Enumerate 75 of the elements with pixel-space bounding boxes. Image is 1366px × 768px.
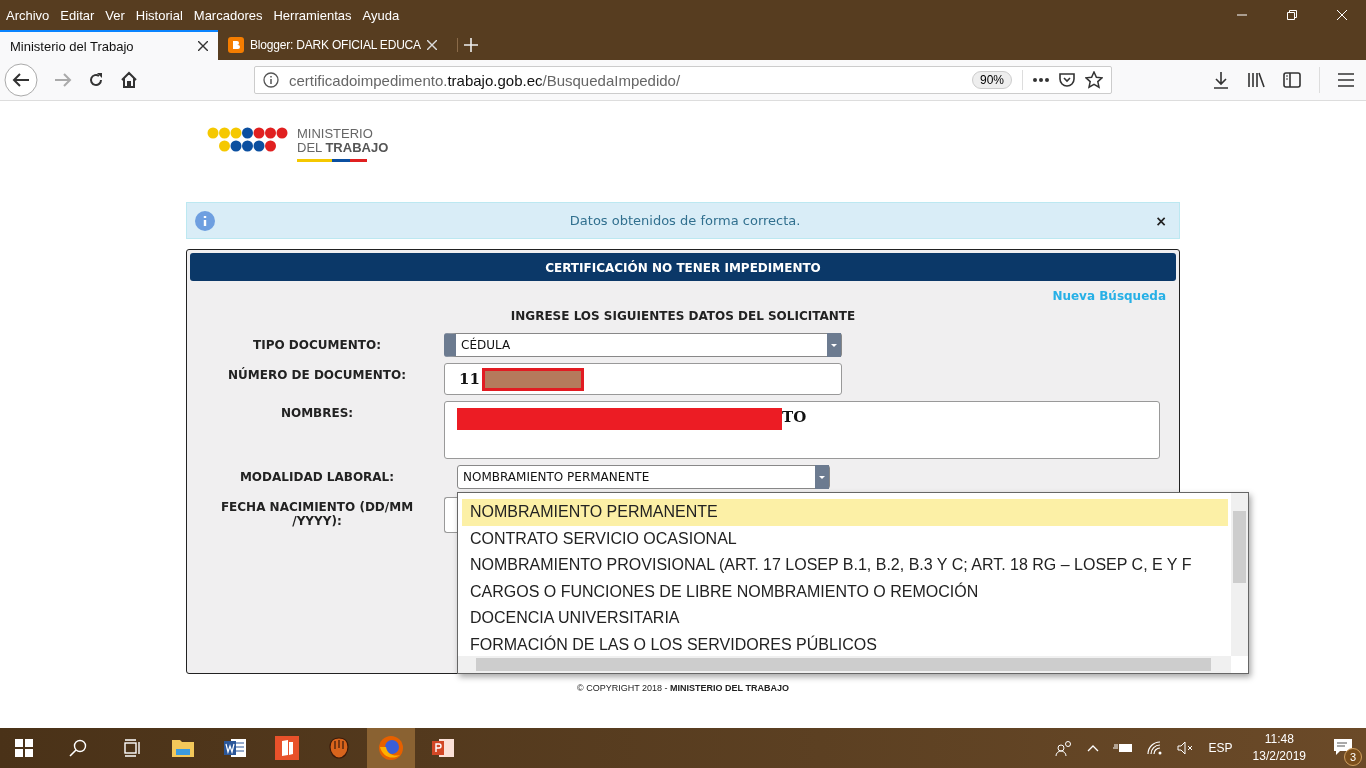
form-subtitle: INGRESE LOS SIGUIENTES DATOS DEL SOLICITANTE bbox=[509, 309, 857, 323]
browser-tab[interactable]: Ministerio del Trabajo bbox=[0, 30, 218, 60]
people-icon[interactable] bbox=[1054, 740, 1073, 756]
firefox-icon bbox=[378, 735, 404, 761]
word-icon bbox=[223, 737, 247, 759]
menu-item[interactable]: Ayuda bbox=[362, 7, 400, 23]
logo-text: MINISTERIO bbox=[297, 127, 374, 141]
home-icon[interactable] bbox=[120, 71, 138, 89]
clock-date[interactable]: 13/2/2019 bbox=[1252, 748, 1306, 765]
language-indicator[interactable]: ESP bbox=[1208, 741, 1233, 755]
download-icon[interactable] bbox=[1213, 71, 1229, 89]
dropdown-option[interactable]: CARGOS O FUNCIONES DE LIBRE NOMBRAMIENTO O REMOCIÓN bbox=[462, 578, 1228, 606]
field-label: FECHA NACIMIENTO (DD/MM /YYYY): bbox=[219, 499, 415, 528]
input-value: TO bbox=[782, 408, 807, 426]
dropdown-option[interactable]: FORMACIÓN DE LAS O LOS SERVIDORES PÚBLICOS bbox=[462, 631, 1228, 659]
logo-dots-icon bbox=[207, 127, 289, 155]
clock-time[interactable]: 11:48 bbox=[1264, 731, 1294, 748]
select-field[interactable]: CÉDULA bbox=[444, 333, 842, 357]
search-icon[interactable] bbox=[69, 739, 87, 757]
menu-item[interactable]: Editar bbox=[60, 7, 95, 23]
panel-header: CERTIFICACIÓN NO TENER IMPEDIMENTO bbox=[190, 253, 1176, 281]
copyright-text: © COPYRIGHT 2018 - MINISTERIO DEL TRABAJO bbox=[577, 683, 789, 693]
powerpoint-icon bbox=[431, 737, 455, 759]
more-icon[interactable] bbox=[1033, 78, 1049, 82]
reload-icon[interactable] bbox=[88, 72, 104, 88]
menu-item[interactable]: Archivo bbox=[6, 7, 50, 23]
notification-badge: 3 bbox=[1344, 747, 1362, 766]
menu-item[interactable]: Historial bbox=[135, 7, 183, 23]
info-icon bbox=[195, 210, 215, 231]
document-app-icon bbox=[275, 736, 299, 760]
info-icon[interactable] bbox=[263, 72, 279, 88]
dropdown-option[interactable]: NOMBRAMIENTO PERMANENTE bbox=[462, 499, 1228, 526]
menu-item[interactable]: Herramientas bbox=[273, 7, 352, 23]
zoom-level[interactable]: 90% bbox=[971, 71, 1012, 89]
close-icon[interactable] bbox=[198, 41, 208, 51]
field-label: TIPO DOCUMENTO: bbox=[252, 337, 382, 352]
field-label: MODALIDAD LABORAL: bbox=[238, 469, 396, 484]
menu-icon[interactable] bbox=[1338, 73, 1354, 87]
battery-icon[interactable] bbox=[1112, 742, 1133, 754]
horizontal-scrollbar[interactable] bbox=[458, 656, 1231, 673]
back-icon[interactable] bbox=[4, 63, 38, 97]
address-bar[interactable]: certificadoimpedimento.trabajo.gob.ec/BusquedaImpedido/ 90% bbox=[254, 66, 1112, 94]
chevron-up-icon[interactable] bbox=[1086, 744, 1099, 752]
logo-text: DEL TRABAJO bbox=[297, 141, 389, 155]
vertical-scrollbar[interactable] bbox=[1231, 493, 1248, 656]
dropdown-option[interactable]: NOMBRAMIENTO PROVISIONAL (ART. 17 LOSEP B.1, B.2, B.3 Y C; ART. 18 RG – LOSEP C, E Y F bbox=[462, 552, 1228, 579]
select-field[interactable]: NOMBRAMIENTO PERMANENTE bbox=[457, 465, 830, 489]
speaker-muted-icon[interactable] bbox=[1176, 741, 1195, 755]
alert-message: Datos obtenidos de forma correcta. bbox=[568, 213, 802, 228]
sidebar-icon[interactable] bbox=[1283, 72, 1301, 88]
dropdown-option[interactable]: CONTRATO SERVICIO OCASIONAL bbox=[462, 525, 1228, 553]
field-label: NÚMERO DE DOCUMENTO: bbox=[227, 366, 407, 382]
blogger-icon bbox=[228, 37, 244, 53]
flag-stripe-icon bbox=[297, 159, 367, 162]
text-area[interactable]: TO bbox=[444, 401, 1160, 459]
restore-icon[interactable] bbox=[1286, 9, 1298, 21]
star-icon[interactable] bbox=[1085, 71, 1103, 89]
input-field[interactable]: 11 bbox=[444, 363, 842, 395]
input-value: 11 bbox=[459, 370, 480, 388]
browser-tab[interactable]: Blogger: DARK OFICIAL EDUCA bbox=[218, 30, 447, 60]
dropdown-option[interactable]: DOCENCIA UNIVERSITARIA bbox=[462, 605, 1228, 632]
pocket-icon[interactable] bbox=[1059, 72, 1075, 88]
windows-start-icon[interactable] bbox=[15, 739, 33, 757]
plus-icon[interactable] bbox=[456, 38, 478, 52]
notification-icon[interactable] bbox=[1334, 738, 1352, 755]
wifi-icon[interactable] bbox=[1146, 741, 1163, 755]
url-text: certificadoimpedimento.trabajo.gob.ec/BusquedaImpedido/ bbox=[289, 71, 682, 89]
menu-item[interactable]: Marcadores bbox=[193, 7, 263, 23]
close-button[interactable]: × bbox=[1155, 212, 1171, 229]
glove-icon bbox=[327, 737, 351, 759]
folder-icon bbox=[171, 737, 195, 759]
library-icon[interactable] bbox=[1247, 72, 1265, 88]
menu-item[interactable]: Ver bbox=[105, 7, 125, 23]
task-view-icon[interactable] bbox=[123, 739, 141, 757]
field-label: NOMBRES: bbox=[279, 405, 355, 420]
